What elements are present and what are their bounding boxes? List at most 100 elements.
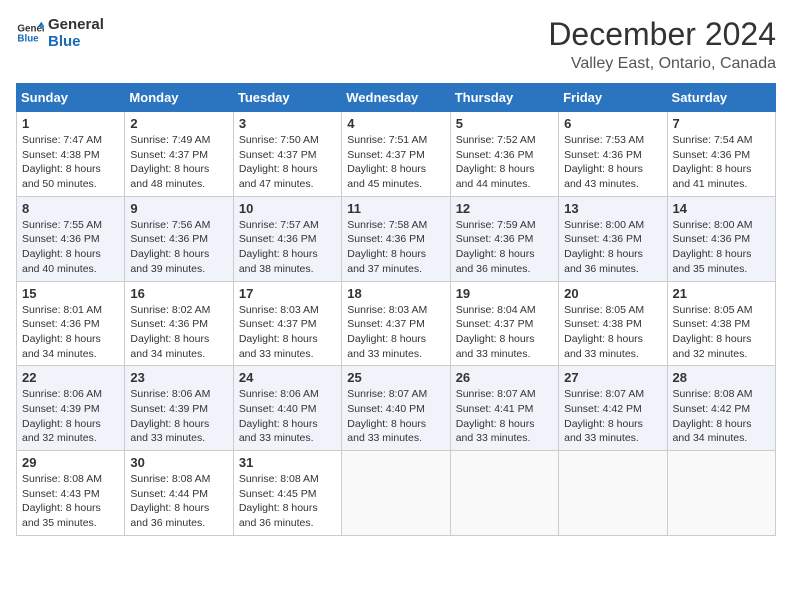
calendar-cell: 7 Sunrise: 7:54 AMSunset: 4:36 PMDaylight… [667, 112, 775, 197]
cell-details: Sunrise: 8:03 AMSunset: 4:37 PMDaylight:… [347, 303, 444, 362]
day-number: 31 [239, 455, 336, 470]
cell-details: Sunrise: 8:02 AMSunset: 4:36 PMDaylight:… [130, 303, 227, 362]
cell-details: Sunrise: 8:04 AMSunset: 4:37 PMDaylight:… [456, 303, 553, 362]
column-header-sunday: Sunday [17, 84, 125, 112]
day-number: 11 [347, 201, 444, 216]
day-number: 28 [673, 370, 770, 385]
day-number: 14 [673, 201, 770, 216]
cell-details: Sunrise: 7:59 AMSunset: 4:36 PMDaylight:… [456, 218, 553, 277]
cell-details: Sunrise: 8:07 AMSunset: 4:40 PMDaylight:… [347, 387, 444, 446]
day-number: 19 [456, 286, 553, 301]
calendar-cell: 15Sunrise: 8:01 AMSunset: 4:36 PMDayligh… [17, 281, 125, 366]
calendar-cell [559, 451, 667, 536]
logo-blue: Blue [48, 33, 104, 50]
calendar-cell: 4 Sunrise: 7:51 AMSunset: 4:37 PMDaylight… [342, 112, 450, 197]
day-number: 5 [456, 116, 553, 131]
column-header-friday: Friday [559, 84, 667, 112]
cell-details: Sunrise: 7:47 AMSunset: 4:38 PMDaylight:… [22, 133, 119, 192]
cell-details: Sunrise: 7:49 AMSunset: 4:37 PMDaylight:… [130, 133, 227, 192]
logo: General Blue General Blue [16, 16, 104, 50]
day-number: 7 [673, 116, 770, 131]
calendar-cell [342, 451, 450, 536]
day-number: 8 [22, 201, 119, 216]
calendar-cell: 25 Sunrise: 8:07 AMSunset: 4:40 PMDayligh… [342, 366, 450, 451]
cell-details: Sunrise: 7:55 AMSunset: 4:36 PMDaylight:… [22, 218, 119, 277]
cell-details: Sunrise: 7:56 AMSunset: 4:36 PMDaylight:… [130, 218, 227, 277]
calendar-cell: 3 Sunrise: 7:50 AMSunset: 4:37 PMDaylight… [233, 112, 341, 197]
day-number: 2 [130, 116, 227, 131]
cell-details: Sunrise: 8:07 AMSunset: 4:42 PMDaylight:… [564, 387, 661, 446]
calendar-cell: 21 Sunrise: 8:05 AMSunset: 4:38 PMDayligh… [667, 281, 775, 366]
day-number: 4 [347, 116, 444, 131]
day-number: 3 [239, 116, 336, 131]
day-number: 15 [22, 286, 119, 301]
page-title: December 2024 [548, 16, 776, 53]
day-number: 26 [456, 370, 553, 385]
day-number: 24 [239, 370, 336, 385]
calendar-cell: 29Sunrise: 8:08 AMSunset: 4:43 PMDayligh… [17, 451, 125, 536]
day-number: 16 [130, 286, 227, 301]
cell-details: Sunrise: 8:00 AMSunset: 4:36 PMDaylight:… [564, 218, 661, 277]
day-number: 27 [564, 370, 661, 385]
cell-details: Sunrise: 7:51 AMSunset: 4:37 PMDaylight:… [347, 133, 444, 192]
calendar-cell: 13 Sunrise: 8:00 AMSunset: 4:36 PMDayligh… [559, 196, 667, 281]
calendar-cell: 12 Sunrise: 7:59 AMSunset: 4:36 PMDayligh… [450, 196, 558, 281]
calendar-cell: 5Sunrise: 7:52 AMSunset: 4:36 PMDaylight… [450, 112, 558, 197]
cell-details: Sunrise: 8:08 AMSunset: 4:42 PMDaylight:… [673, 387, 770, 446]
day-number: 21 [673, 286, 770, 301]
calendar-cell: 30Sunrise: 8:08 AMSunset: 4:44 PMDayligh… [125, 451, 233, 536]
calendar-cell: 28 Sunrise: 8:08 AMSunset: 4:42 PMDayligh… [667, 366, 775, 451]
calendar-cell: 22Sunrise: 8:06 AMSunset: 4:39 PMDayligh… [17, 366, 125, 451]
cell-details: Sunrise: 7:50 AMSunset: 4:37 PMDaylight:… [239, 133, 336, 192]
calendar-cell [450, 451, 558, 536]
cell-details: Sunrise: 7:57 AMSunset: 4:36 PMDaylight:… [239, 218, 336, 277]
logo-icon: General Blue [16, 19, 44, 47]
column-header-saturday: Saturday [667, 84, 775, 112]
calendar-cell: 1 Sunrise: 7:47 AMSunset: 4:38 PMDaylight… [17, 112, 125, 197]
cell-details: Sunrise: 8:03 AMSunset: 4:37 PMDaylight:… [239, 303, 336, 362]
header: General Blue General Blue December 2024 … [16, 16, 776, 73]
calendar-cell: 6Sunrise: 7:53 AMSunset: 4:36 PMDaylight… [559, 112, 667, 197]
day-number: 29 [22, 455, 119, 470]
calendar-cell: 24 Sunrise: 8:06 AMSunset: 4:40 PMDayligh… [233, 366, 341, 451]
cell-details: Sunrise: 7:54 AMSunset: 4:36 PMDaylight:… [673, 133, 770, 192]
day-number: 10 [239, 201, 336, 216]
calendar-cell: 9 Sunrise: 7:56 AMSunset: 4:36 PMDaylight… [125, 196, 233, 281]
logo-general: General [48, 16, 104, 33]
cell-details: Sunrise: 8:08 AMSunset: 4:45 PMDaylight:… [239, 472, 336, 531]
day-number: 1 [22, 116, 119, 131]
day-number: 25 [347, 370, 444, 385]
calendar-cell: 26 Sunrise: 8:07 AMSunset: 4:41 PMDayligh… [450, 366, 558, 451]
title-area: December 2024 Valley East, Ontario, Cana… [548, 16, 776, 73]
calendar-cell: 18 Sunrise: 8:03 AMSunset: 4:37 PMDayligh… [342, 281, 450, 366]
cell-details: Sunrise: 8:06 AMSunset: 4:40 PMDaylight:… [239, 387, 336, 446]
cell-details: Sunrise: 8:06 AMSunset: 4:39 PMDaylight:… [22, 387, 119, 446]
calendar-table: SundayMondayTuesdayWednesdayThursdayFrid… [16, 83, 776, 536]
calendar-cell: 19 Sunrise: 8:04 AMSunset: 4:37 PMDayligh… [450, 281, 558, 366]
column-header-thursday: Thursday [450, 84, 558, 112]
calendar-cell: 16 Sunrise: 8:02 AMSunset: 4:36 PMDayligh… [125, 281, 233, 366]
day-number: 13 [564, 201, 661, 216]
calendar-cell: 17 Sunrise: 8:03 AMSunset: 4:37 PMDayligh… [233, 281, 341, 366]
calendar-cell: 11Sunrise: 7:58 AMSunset: 4:36 PMDayligh… [342, 196, 450, 281]
column-header-monday: Monday [125, 84, 233, 112]
calendar-cell: 8 Sunrise: 7:55 AMSunset: 4:36 PMDaylight… [17, 196, 125, 281]
cell-details: Sunrise: 8:05 AMSunset: 4:38 PMDaylight:… [673, 303, 770, 362]
cell-details: Sunrise: 8:07 AMSunset: 4:41 PMDaylight:… [456, 387, 553, 446]
calendar-cell: 20 Sunrise: 8:05 AMSunset: 4:38 PMDayligh… [559, 281, 667, 366]
calendar-cell: 10 Sunrise: 7:57 AMSunset: 4:36 PMDayligh… [233, 196, 341, 281]
cell-details: Sunrise: 8:05 AMSunset: 4:38 PMDaylight:… [564, 303, 661, 362]
calendar-cell: 23Sunrise: 8:06 AMSunset: 4:39 PMDayligh… [125, 366, 233, 451]
calendar-cell [667, 451, 775, 536]
day-number: 9 [130, 201, 227, 216]
cell-details: Sunrise: 7:53 AMSunset: 4:36 PMDaylight:… [564, 133, 661, 192]
day-number: 12 [456, 201, 553, 216]
column-header-wednesday: Wednesday [342, 84, 450, 112]
calendar-cell: 31 Sunrise: 8:08 AMSunset: 4:45 PMDayligh… [233, 451, 341, 536]
day-number: 20 [564, 286, 661, 301]
day-number: 18 [347, 286, 444, 301]
calendar-cell: 27 Sunrise: 8:07 AMSunset: 4:42 PMDayligh… [559, 366, 667, 451]
day-number: 17 [239, 286, 336, 301]
day-number: 23 [130, 370, 227, 385]
page-subtitle: Valley East, Ontario, Canada [548, 55, 776, 73]
